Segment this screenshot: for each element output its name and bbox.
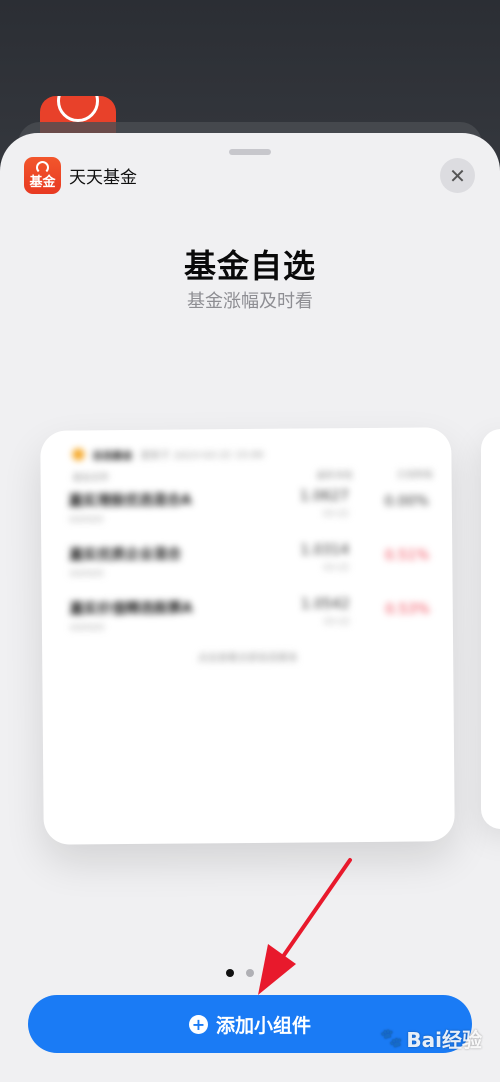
plus-circle-icon: + (188, 1014, 208, 1034)
next-widget-preview[interactable] (481, 429, 500, 829)
widget-header-time: 更新于 2023-03-22 15:00 (140, 449, 264, 462)
fund-date: 03-22 (322, 509, 349, 520)
fund-row: 嘉实优质企业混合 000000 1.0314 03-22 0.51% (69, 541, 429, 592)
widget-logo-icon (72, 448, 85, 461)
widget-header-name: 自选基金 (92, 450, 133, 462)
widget-footer: 点击查看全部自选基金 (197, 652, 298, 665)
fund-name: 嘉实港股优选混合A (68, 492, 192, 510)
fund-nav: 1.0627 (299, 488, 349, 505)
fund-change: 0.53% (385, 601, 430, 618)
fund-row: 嘉实价值精选股票A 000000 1.0542 03-22 0.53% (70, 595, 430, 646)
fund-nav: 1.0542 (300, 596, 350, 613)
fund-date: 03-22 (323, 563, 350, 574)
close-icon: ✕ (449, 163, 466, 188)
fund-code: 000000 (69, 569, 104, 580)
widget-title: 基金自选 (183, 247, 316, 285)
page-indicator[interactable] (226, 969, 254, 977)
widget-gallery-sheet: 基金 天天基金 ✕ 基金自选 基金涨幅及时看 自选基金 更新于 2023-03-… (0, 133, 500, 1082)
column-header: 基金名称 (72, 473, 109, 484)
app-icon: 基金 (24, 157, 61, 194)
watermark: 🐾 Bai经验 (380, 1024, 482, 1053)
widget-subtitle: 基金涨幅及时看 (187, 291, 313, 312)
fund-name: 嘉实优质企业混合 (69, 546, 182, 564)
widget-column-headers: 基金名称 最新净值 日涨跌幅 (73, 467, 433, 483)
fund-nav: 1.0314 (300, 542, 350, 559)
close-button[interactable]: ✕ (440, 158, 475, 193)
fund-date: 03-22 (323, 617, 350, 628)
widget-header: 自选基金 更新于 2023-03-22 15:00 (72, 441, 432, 464)
fund-name: 嘉实价值精选股票A (69, 600, 193, 618)
add-widget-label: 添加小组件 (215, 1014, 311, 1037)
sheet-grabber[interactable] (229, 149, 271, 155)
fund-code: 000000 (68, 515, 104, 526)
widget-preview-card[interactable]: 自选基金 更新于 2023-03-22 15:00 基金名称 最新净值 日涨跌幅… (40, 427, 455, 845)
watermark-text: Bai经验 (406, 1028, 483, 1052)
fund-code: 000000 (69, 623, 105, 634)
paw-icon: 🐾 (380, 1028, 403, 1049)
fund-change: 0.51% (384, 547, 430, 564)
page-dot-active (226, 969, 234, 977)
column-header: 最新净值 (316, 471, 353, 482)
app-name: 天天基金 (69, 168, 137, 188)
column-header: 日涨跌幅 (396, 470, 433, 481)
fund-row: 嘉实港股优选混合A 000000 1.0627 03-22 0.00% (69, 487, 429, 538)
page-dot (246, 969, 254, 977)
fund-change: 0.00% (384, 493, 429, 510)
